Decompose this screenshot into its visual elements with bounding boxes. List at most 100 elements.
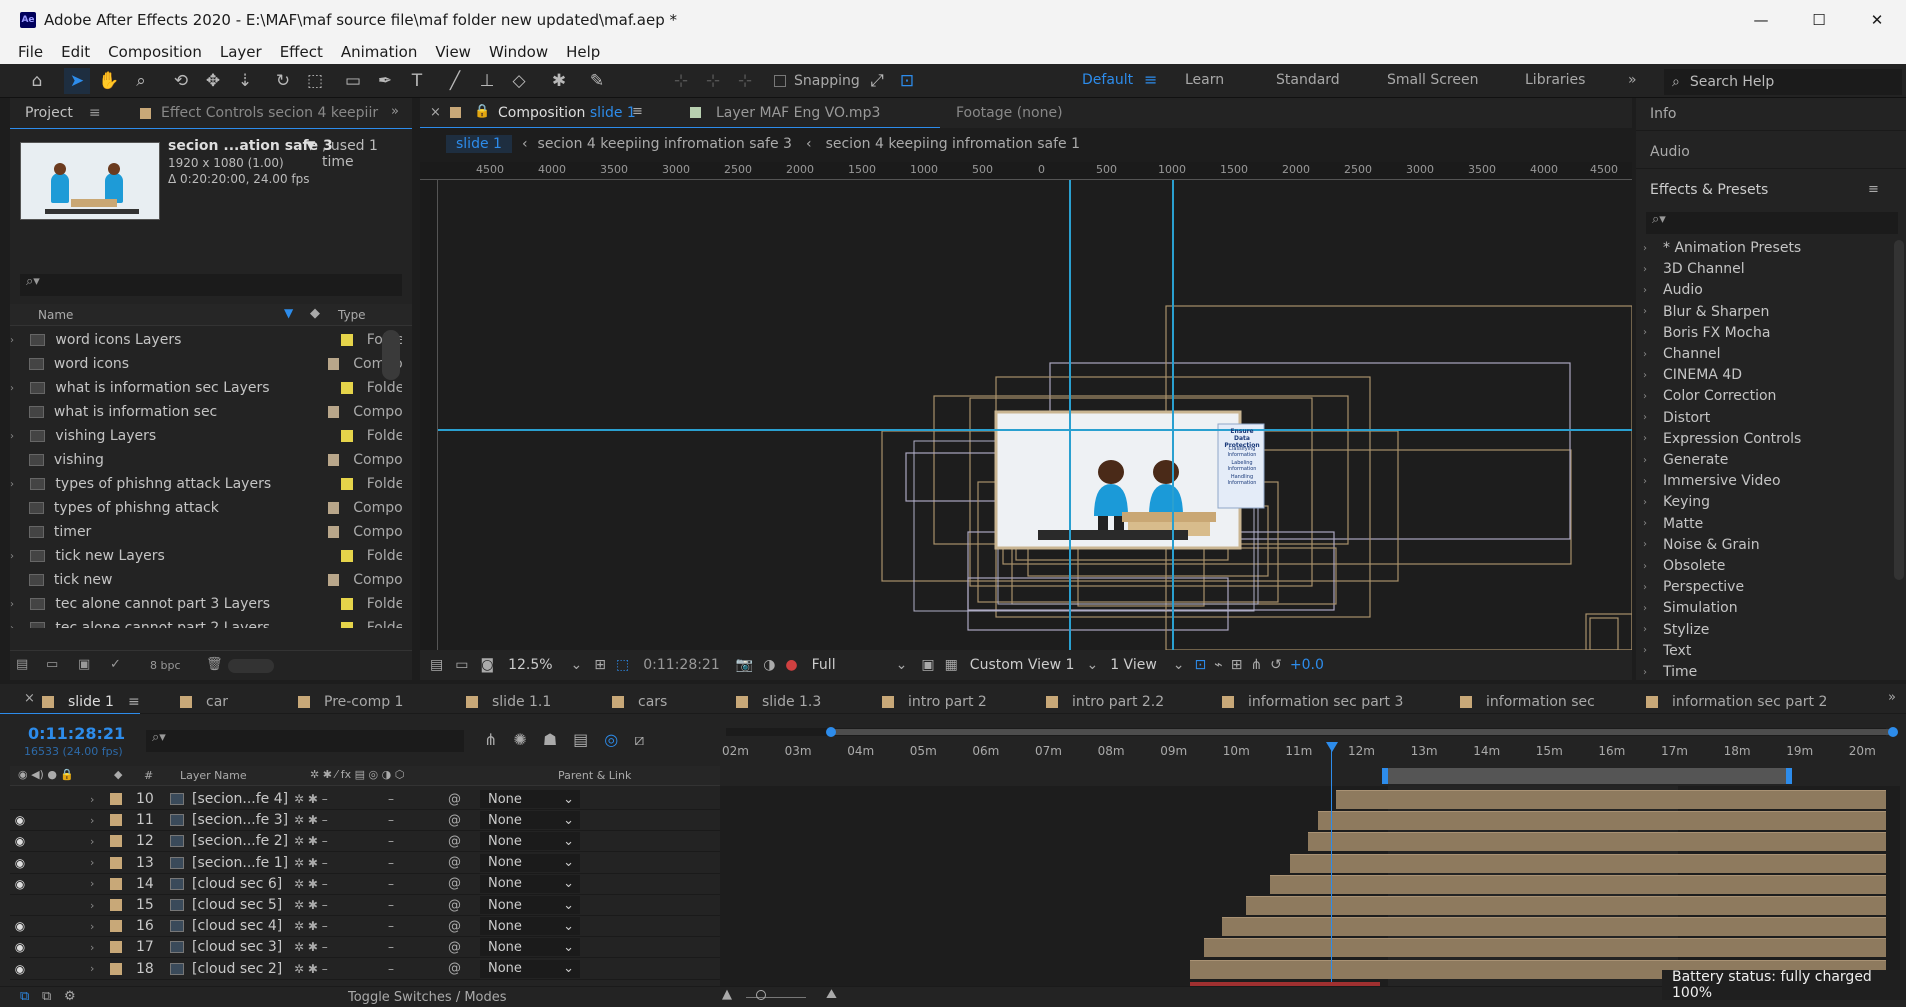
effect-controls-tab[interactable]: Effect Controls secion 4 keepiir [140, 98, 378, 128]
menu-file[interactable]: File [18, 43, 43, 61]
effects-category[interactable]: › Blur & Sharpen [1643, 304, 1769, 320]
layer-switches-icons[interactable]: ✲ ✱ – [294, 940, 364, 954]
expand-arrow-icon[interactable]: › [1643, 370, 1657, 381]
view-select[interactable]: Custom View 1 [970, 657, 1075, 673]
work-area-end-handle[interactable] [1786, 768, 1792, 784]
layer-duration-bar[interactable] [1318, 811, 1886, 831]
effects-category[interactable]: › Boris FX Mocha [1643, 325, 1770, 341]
expand-arrow-icon[interactable]: › [1643, 582, 1657, 593]
brush-tool-icon[interactable]: ╱ [442, 68, 468, 94]
layer-name[interactable]: [cloud sec 6] [192, 876, 294, 892]
expand-arrow-icon[interactable]: › [1643, 243, 1657, 254]
close-tab-icon[interactable]: × [24, 691, 35, 706]
project-search-input[interactable]: ⌕▾ [20, 274, 402, 296]
workspaces-overflow-icon[interactable]: » [1628, 72, 1637, 88]
project-item[interactable]: ›word icons LayersFolder [10, 328, 402, 352]
expand-arrow-icon[interactable]: › [10, 479, 30, 490]
label-color-swatch[interactable] [328, 526, 340, 538]
timeline-tab-slide-1-3[interactable]: slide 1.3 [736, 694, 821, 710]
bit-depth[interactable]: 8 bpc [150, 659, 181, 672]
effects-scrollbar[interactable] [1894, 240, 1904, 580]
project-item[interactable]: › what is information sec Layers Folder [10, 376, 402, 400]
timeline-tabs-overflow-icon[interactable]: » [1888, 690, 1896, 705]
region-of-interest-icon[interactable]: ▣ [921, 657, 934, 673]
project-scrollbar[interactable] [382, 330, 400, 380]
lock-icon[interactable]: 🔒 [474, 104, 490, 119]
project-item[interactable]: › types of phishng attack Layers Folder [10, 472, 402, 496]
label-column-icon[interactable]: ◆ [310, 306, 320, 321]
project-item[interactable]: › tec alone cannot part 3 Layers Folder [10, 592, 402, 616]
playhead[interactable] [1326, 736, 1338, 986]
composition-viewer[interactable]: Ensure Data Protection Classifying Infor… [438, 180, 1632, 650]
label-color-swatch[interactable] [340, 598, 353, 610]
label-color-swatch[interactable] [328, 502, 340, 514]
timeline-icon[interactable]: ⊞ [1231, 657, 1243, 673]
layer-row[interactable]: ◉ › 17 [cloud sec 3] ✲ ✱ – – @ None ⌄ [10, 937, 720, 959]
navigator-end-handle[interactable] [1888, 727, 1898, 737]
expand-arrow-icon[interactable]: › [1643, 264, 1657, 275]
effects-category[interactable]: › Keying [1643, 494, 1710, 510]
roto-brush-icon[interactable]: ✱ [546, 68, 572, 94]
label-color-swatch[interactable] [340, 622, 353, 628]
project-item[interactable]: vishing Compos [10, 448, 402, 472]
axis-view-icon[interactable]: ⊹ [732, 68, 758, 94]
effects-category[interactable]: › Channel [1643, 346, 1720, 362]
layer-name[interactable]: [cloud sec 3] [192, 939, 294, 955]
parent-select[interactable]: None ⌄ [480, 874, 580, 893]
toggle-pixel-aspect-icon[interactable]: ⊡ [1195, 657, 1207, 673]
close-tab-icon[interactable]: × [430, 105, 441, 120]
zoom-level[interactable]: 12.5% [508, 657, 552, 673]
timeline-tab-pre-comp-1[interactable]: Pre-comp 1 [298, 694, 403, 710]
rectangle-tool-icon[interactable]: ▭ [340, 68, 366, 94]
layer-switches-icons[interactable]: ✲ ✱ – [294, 877, 364, 891]
transfer-controls-icon[interactable]: ⧉ [42, 989, 51, 1004]
menu-effect[interactable]: Effect [280, 43, 323, 61]
dolly-camera-icon[interactable]: ⇣ [232, 68, 258, 94]
effects-category[interactable]: › Audio [1643, 282, 1703, 298]
time-ruler[interactable]: 02m 03m 04m 05m 06m 07m 08m 09m 10m 11m 12m 13m 14m 1… [720, 740, 1896, 764]
selection-tool-icon[interactable]: ➤ [64, 68, 90, 94]
effects-category[interactable]: › Time [1643, 664, 1697, 680]
menu-help[interactable]: Help [566, 43, 600, 61]
layer-name[interactable]: [cloud sec 5] [192, 897, 294, 913]
layer-row[interactable]: ◉ › 12 [secion...fe 2] ✲ ✱ – – @ None ⌄ [10, 831, 720, 853]
layer-switches-icons[interactable]: ✲ ✱ – [294, 856, 364, 870]
pickwhip-icon[interactable]: @ [448, 898, 480, 913]
column-parent-link[interactable]: Parent & Link [558, 769, 631, 782]
project-item[interactable]: word iconsCompos [10, 352, 402, 376]
expand-arrow-icon[interactable]: › [1643, 645, 1657, 656]
expand-arrow-icon[interactable]: › [10, 431, 30, 442]
thumbnail-slider[interactable] [228, 659, 274, 673]
workspace-menu-icon[interactable]: ≡ [1144, 70, 1157, 89]
label-color-swatch[interactable] [110, 814, 122, 827]
expand-arrow-icon[interactable]: › [1643, 667, 1657, 678]
composition-flowchart-icon[interactable]: ⋔ [484, 730, 497, 750]
layer-row[interactable]: › 10 [secion...fe 4] ✲ ✱ – – @ None ⌄ [10, 789, 720, 810]
expand-arrow-icon[interactable]: › [90, 899, 110, 912]
layer-switches-icons[interactable]: ✲ ✱ – [294, 919, 364, 933]
label-color-swatch[interactable] [110, 793, 122, 805]
menu-window[interactable]: Window [489, 43, 548, 61]
zoom-in-icon[interactable]: ⛰ [826, 987, 837, 1002]
chevron-down-icon[interactable]: ⌄ [1173, 657, 1185, 673]
home-icon[interactable]: ⌂ [24, 68, 50, 94]
navigator-start-handle[interactable] [826, 727, 836, 737]
snap-grid-icon[interactable]: ⊡ [894, 68, 920, 94]
expand-arrow-icon[interactable]: › [1643, 349, 1657, 360]
info-panel-header[interactable]: Info [1650, 106, 1677, 122]
layer-name[interactable]: [secion...fe 1] [192, 855, 294, 871]
timeline-tab-information-sec-part-3[interactable]: information sec part 3 [1222, 694, 1403, 710]
effects-category[interactable]: › Text [1643, 643, 1691, 659]
expand-arrow-icon[interactable]: › [1643, 603, 1657, 614]
work-area-bar[interactable] [1382, 768, 1792, 784]
eye-icon[interactable]: ◉ [10, 940, 30, 954]
timeline-tab-intro-part-2-2[interactable]: intro part 2.2 [1046, 694, 1164, 710]
timeline-tab-slide-1-1[interactable]: slide 1.1 [466, 694, 551, 710]
zoom-slider-thumb[interactable] [756, 990, 766, 1000]
sort-arrow-icon[interactable]: ▼ [284, 306, 293, 320]
camera-snapshot-icon[interactable]: 📷 [736, 657, 753, 673]
pickwhip-icon[interactable]: @ [448, 876, 480, 891]
breadcrumb-item-safe-3[interactable]: secion 4 keepiing infromation safe 3 [538, 136, 792, 152]
dropdown-arrow-icon[interactable]: ▼ [306, 138, 315, 152]
pickwhip-icon[interactable]: @ [448, 855, 480, 870]
